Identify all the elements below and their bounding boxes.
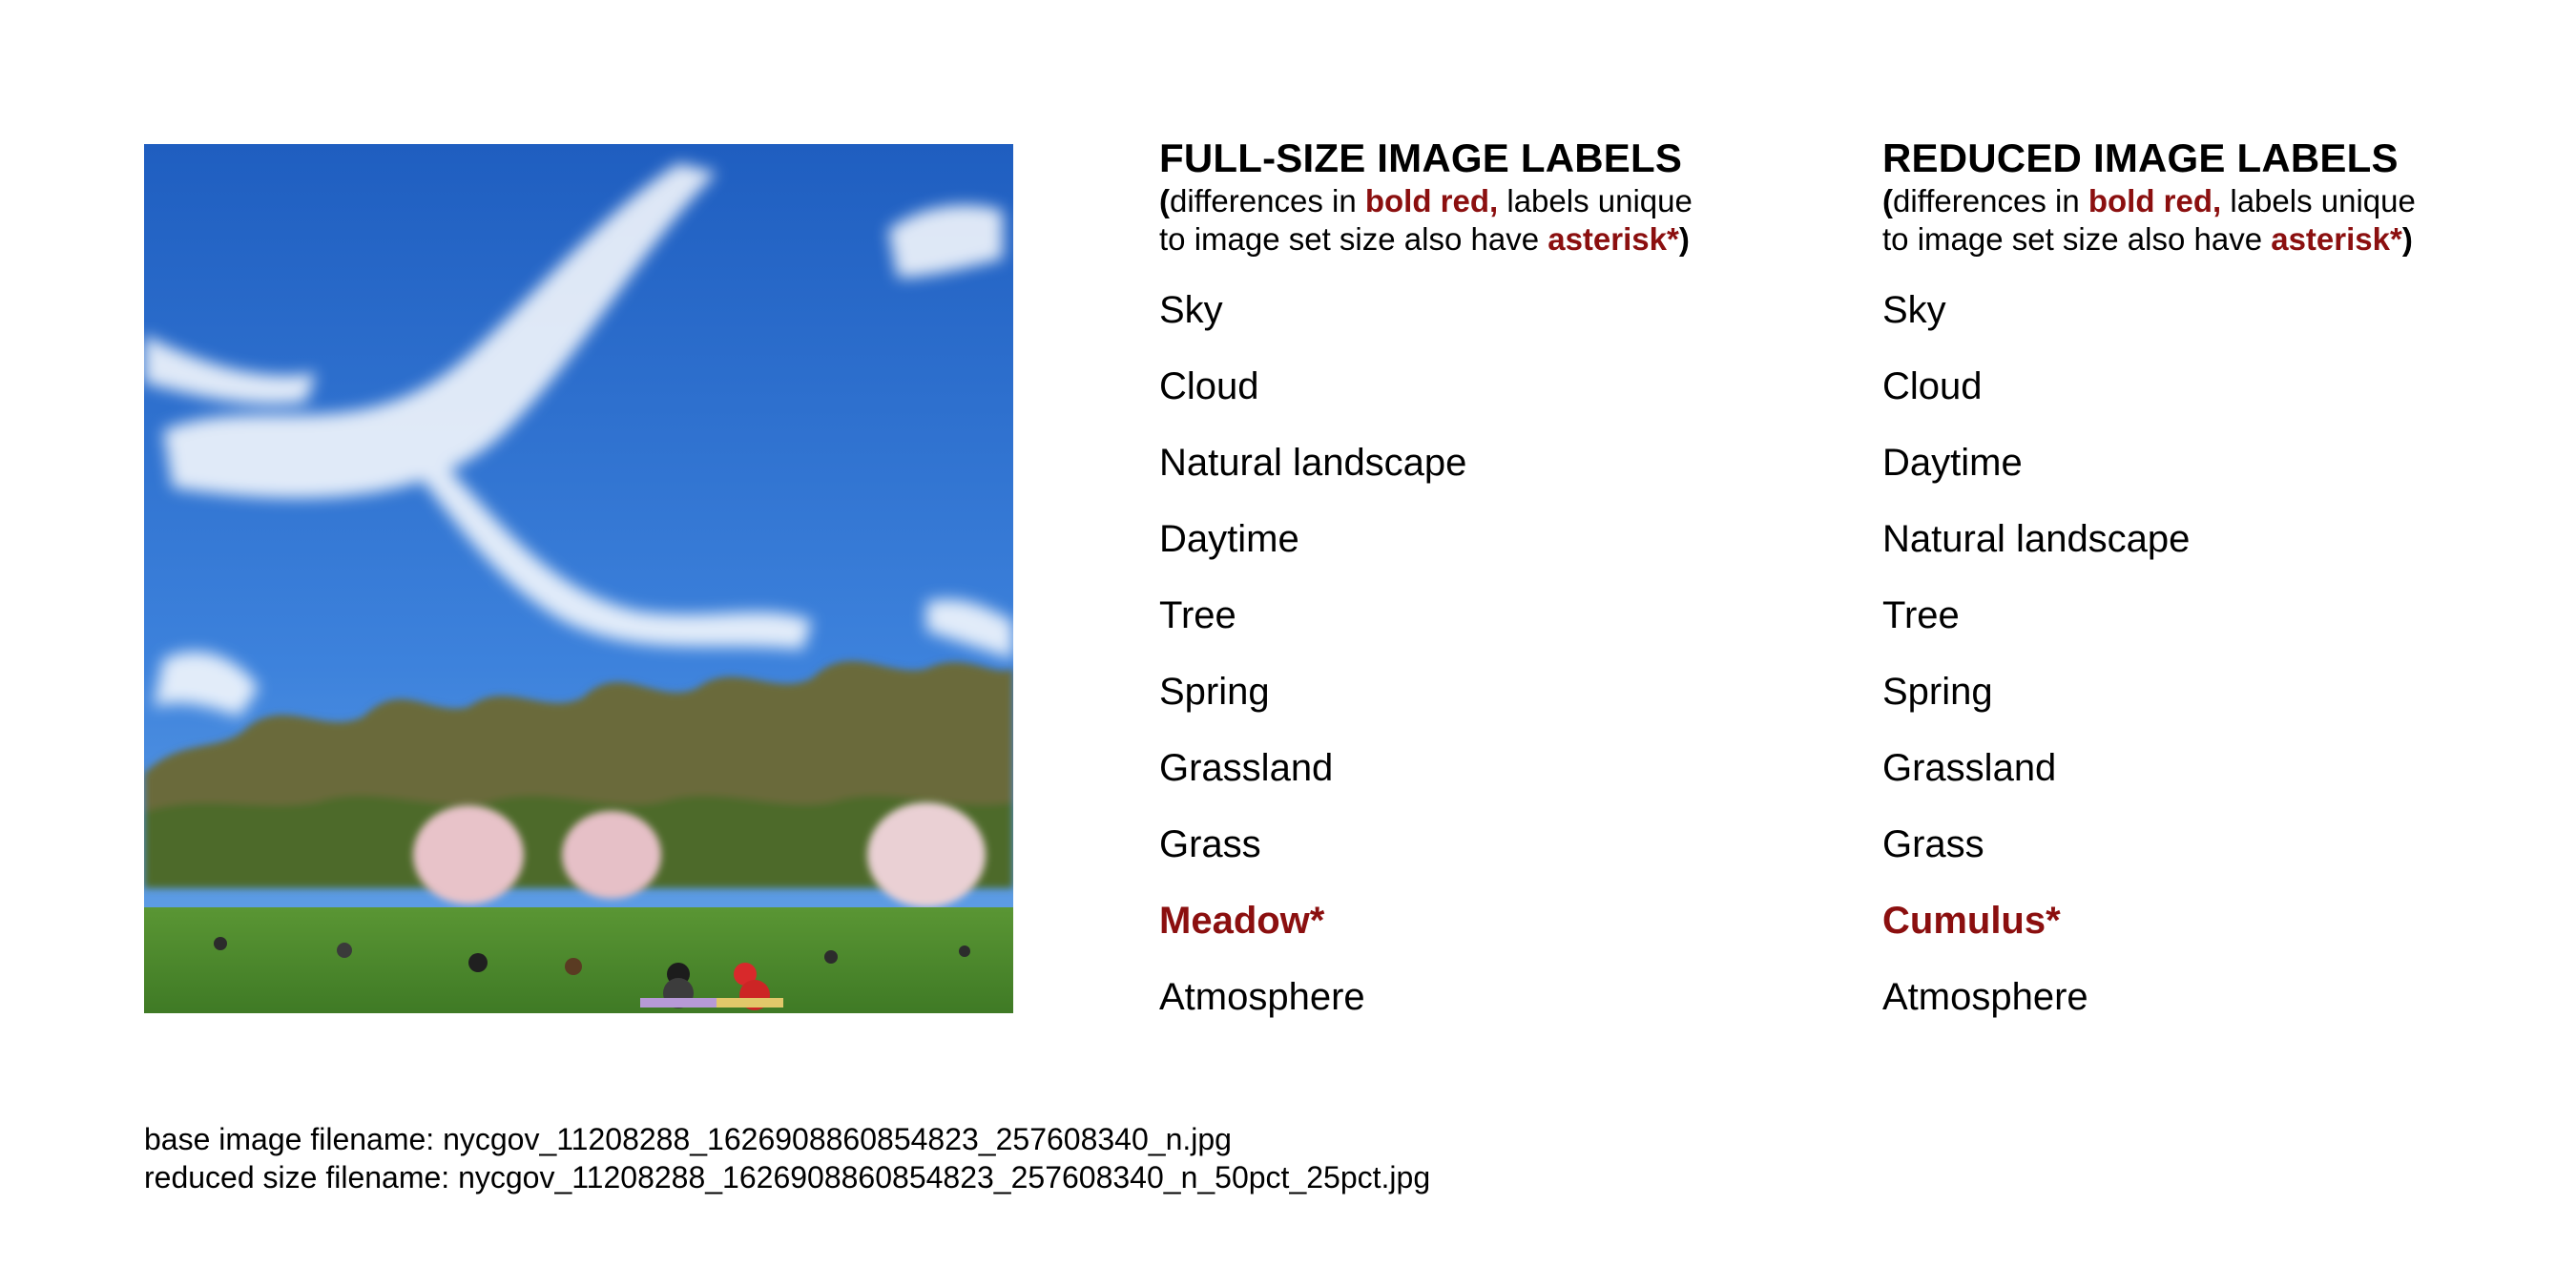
reduced-labels-column: REDUCED IMAGE LABELS (differences in bol… [1882, 135, 2493, 1035]
note-text: differences in [1893, 183, 2088, 218]
reduced-title: REDUCED IMAGE LABELS [1882, 135, 2399, 180]
note-text: to image set size also have [1159, 221, 1548, 257]
note-text: labels unique [2221, 183, 2416, 218]
note-asterisk: asterisk* [2271, 221, 2402, 257]
note-paren-open: ( [1159, 183, 1170, 218]
label-item: Spring [1882, 671, 1993, 713]
label-item: Spring [1159, 671, 1270, 713]
note-text: to image set size also have [1882, 221, 2272, 257]
label-item: Daytime [1882, 442, 2023, 484]
reduced-label-list: Sky Cloud Daytime Natural landscape Tree… [1882, 272, 2493, 1035]
label-item: Atmosphere [1159, 976, 1365, 1018]
park-photo [144, 144, 1013, 1013]
note-paren-close: ) [2401, 221, 2413, 257]
label-item: Sky [1882, 289, 1946, 331]
note-asterisk: asterisk* [1548, 221, 1679, 257]
note-text: differences in [1170, 183, 1365, 218]
label-item: Natural landscape [1882, 518, 2191, 560]
label-item: Atmosphere [1882, 976, 2088, 1018]
label-item: Grassland [1882, 747, 2057, 789]
note-paren-open: ( [1882, 183, 1893, 218]
note-bold-red: bold red, [1364, 183, 1499, 218]
filename-footer: base image filename: nycgov_11208288_162… [144, 1120, 1430, 1196]
full-size-title: FULL-SIZE IMAGE LABELS [1159, 135, 1683, 180]
label-item: Cloud [1159, 365, 1259, 407]
full-size-labels-column: FULL-SIZE IMAGE LABELS (differences in b… [1159, 135, 1770, 1035]
label-item: Grassland [1159, 747, 1334, 789]
label-item: Tree [1882, 594, 1960, 636]
full-size-label-list: Sky Cloud Natural landscape Daytime Tree… [1159, 272, 1770, 1035]
label-item: Grass [1882, 823, 1984, 865]
reduced-note: (differences in bold red, labels unique t… [1882, 182, 2493, 259]
park-photo-illustration [144, 144, 1013, 1013]
note-bold-red: bold red, [2088, 183, 2222, 218]
label-item-unique: Cumulus* [1882, 900, 2061, 942]
base-filename: base image filename: nycgov_11208288_162… [144, 1122, 1232, 1156]
full-size-note: (differences in bold red, labels unique t… [1159, 182, 1770, 259]
label-item-unique: Meadow* [1159, 900, 1325, 942]
note-text: labels unique [1498, 183, 1693, 218]
label-item: Grass [1159, 823, 1261, 865]
label-item: Cloud [1882, 365, 1983, 407]
label-item: Natural landscape [1159, 442, 1467, 484]
note-paren-close: ) [1678, 221, 1690, 257]
reduced-filename: reduced size filename: nycgov_11208288_1… [144, 1160, 1431, 1195]
label-item: Daytime [1159, 518, 1299, 560]
label-item: Tree [1159, 594, 1236, 636]
label-item: Sky [1159, 289, 1223, 331]
